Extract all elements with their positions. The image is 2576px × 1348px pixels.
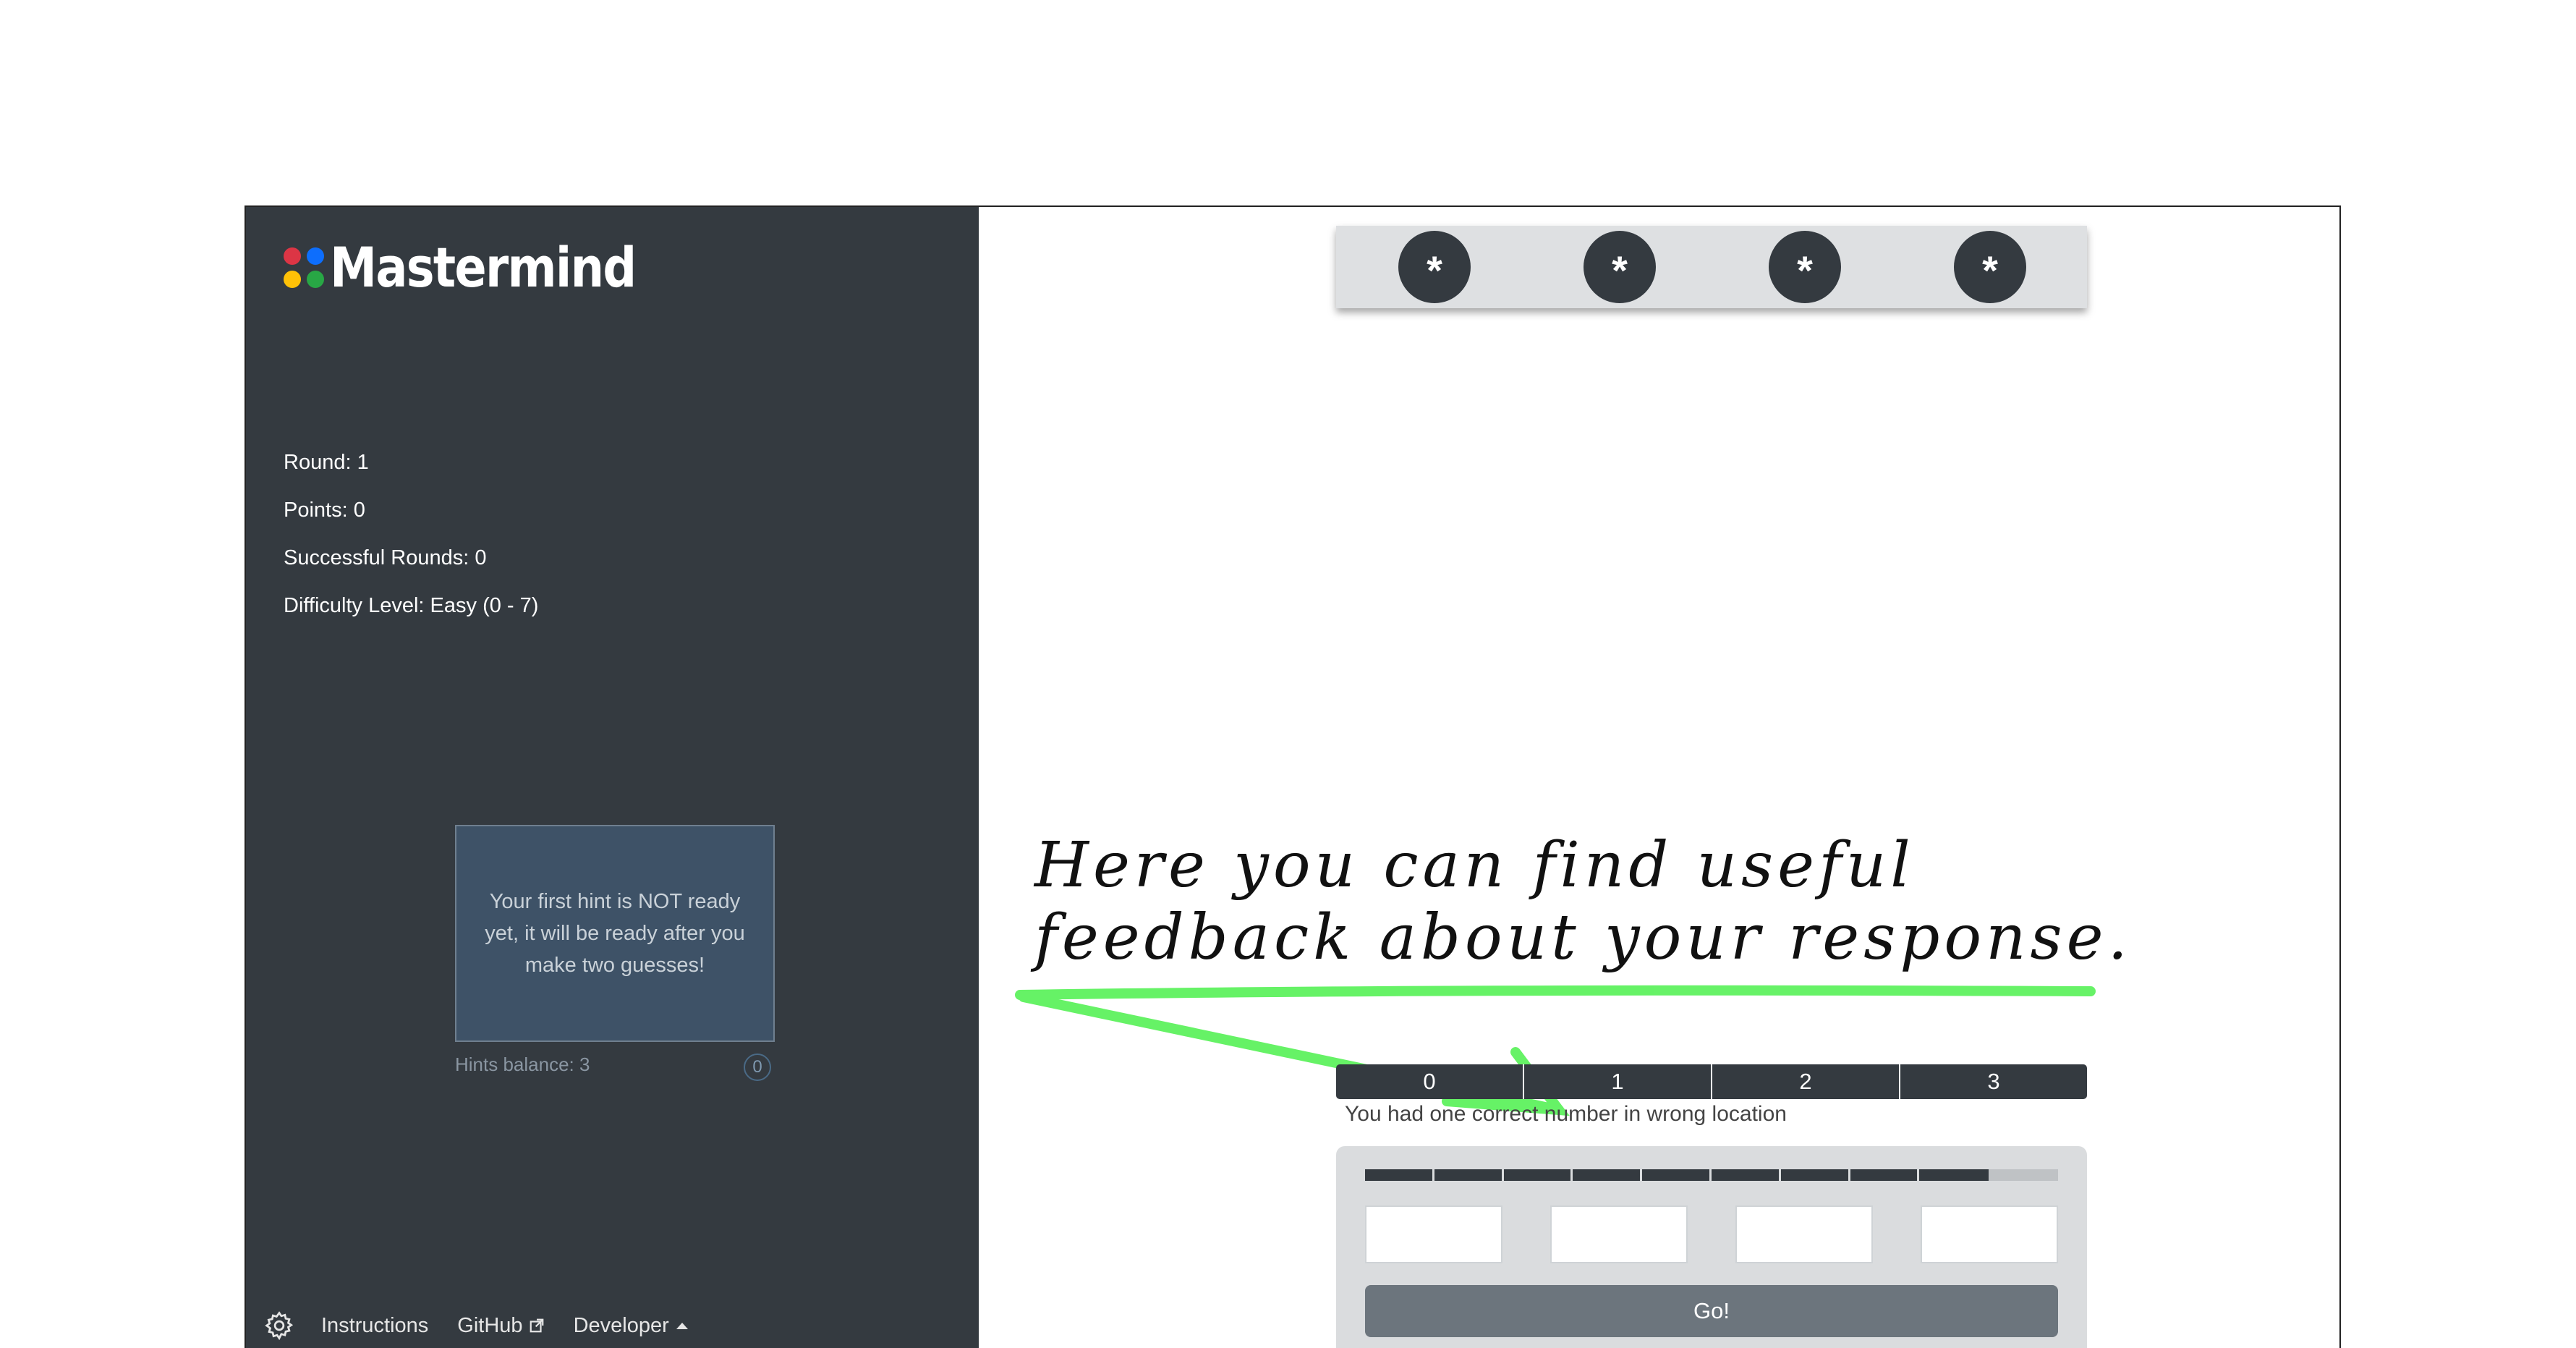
- guess-input[interactable]: [1735, 1205, 1873, 1263]
- guess-input[interactable]: [1550, 1205, 1688, 1263]
- hint-message: Your first hint is NOT ready yet, it wil…: [485, 890, 745, 977]
- sidebar: Mastermind Round: 1 Points: 0 Successful…: [246, 207, 979, 1348]
- developer-dropdown-label: Developer: [573, 1313, 669, 1337]
- hints-balance: Hints balance: 3: [455, 1054, 590, 1075]
- secret-peg: *: [1769, 231, 1841, 303]
- feedback-position: 3: [1987, 1069, 2000, 1094]
- github-link-label: GitHub: [457, 1313, 523, 1337]
- guess-input[interactable]: [1921, 1205, 2058, 1263]
- attempts-progress-fill: [1365, 1169, 1989, 1181]
- secret-code-bar: * * * *: [1336, 226, 2087, 308]
- instructions-link[interactable]: Instructions: [321, 1314, 428, 1338]
- logo[interactable]: Mastermind: [284, 240, 685, 295]
- stat-points: Points: 0: [284, 499, 365, 522]
- attempt-segment: [1642, 1169, 1712, 1181]
- feedback-position: 0: [1336, 1064, 1524, 1099]
- attempt-segment: [1850, 1169, 1920, 1181]
- stat-difficulty: Difficulty Level: Easy (0 - 7): [284, 594, 539, 617]
- app-title: Mastermind: [330, 235, 637, 300]
- feedback-position: 2: [1712, 1064, 1900, 1099]
- hint-card[interactable]: Your first hint is NOT ready yet, it wil…: [455, 825, 775, 1042]
- caret-up-icon: [676, 1322, 688, 1329]
- attempt-segment: [1365, 1169, 1434, 1181]
- developer-dropdown[interactable]: Developer: [574, 1314, 688, 1338]
- logo-dot-blue: [307, 247, 324, 265]
- guess-inputs: [1365, 1205, 2058, 1263]
- hints-count-badge: 0: [744, 1054, 771, 1081]
- feedback-position: 1: [1524, 1064, 1712, 1099]
- attempt-segment: [1503, 1169, 1573, 1181]
- github-link[interactable]: GitHub: [457, 1314, 544, 1338]
- guess-panel: Go!: [1336, 1146, 2087, 1348]
- stat-successful-rounds: Successful Rounds: 0: [284, 546, 487, 569]
- feedback-position-bar: 0 1 2 3: [1336, 1064, 2087, 1099]
- go-button[interactable]: Go!: [1365, 1285, 2058, 1337]
- logo-dot-red: [284, 247, 301, 265]
- attempt-segment: [1434, 1169, 1504, 1181]
- attempt-segment: [1711, 1169, 1781, 1181]
- secret-peg: *: [1398, 231, 1471, 303]
- annotation-line-1: Here you can find useful: [1034, 829, 1915, 902]
- feedback-message: You had one correct number in wrong loca…: [1345, 1102, 1787, 1126]
- guess-input[interactable]: [1365, 1205, 1502, 1263]
- external-link-icon: [530, 1318, 543, 1333]
- game-stats: Round: 1 Points: 0 Successful Rounds: 0 …: [284, 438, 538, 630]
- attempt-segment: [1573, 1169, 1643, 1181]
- attempt-segment: [1780, 1169, 1850, 1181]
- app-window: Mastermind Round: 1 Points: 0 Successful…: [245, 205, 2341, 1348]
- footer-nav: Instructions GitHub Developer: [263, 1310, 717, 1341]
- secret-peg: *: [1584, 231, 1656, 303]
- attempts-progress-bar: [1365, 1169, 2058, 1181]
- logo-dot-green: [307, 271, 324, 288]
- logo-dot-yellow: [284, 271, 301, 288]
- gear-icon[interactable]: [263, 1310, 295, 1341]
- stat-round: Round: 1: [284, 451, 369, 474]
- logo-dots-icon: [284, 247, 324, 288]
- attempt-segment: [1919, 1169, 1989, 1181]
- secret-peg: *: [1954, 231, 2026, 303]
